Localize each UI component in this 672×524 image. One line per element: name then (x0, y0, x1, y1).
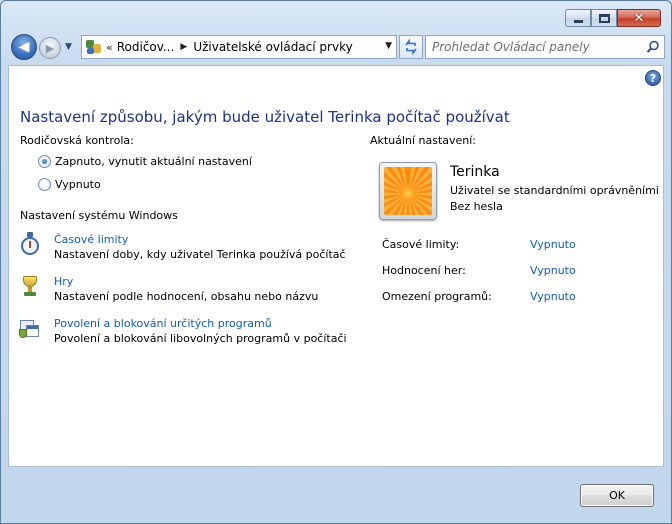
games-link[interactable]: Hry (54, 274, 318, 289)
task-programs: Povolení a blokování určitých programů P… (19, 316, 347, 346)
navigation-bar: ◀ ▶ ▼ « Rodičov... ▶ Uživatelské ovládac… (9, 33, 665, 61)
forward-button[interactable]: ▶ (39, 37, 61, 59)
caption-buttons: ✕ (565, 9, 661, 27)
minimize-icon (573, 19, 583, 23)
radio-off-button[interactable] (38, 178, 51, 191)
radio-parental-on[interactable]: Zapnuto, vynutit aktuální nastavení (38, 155, 252, 168)
programs-icon (19, 316, 41, 340)
maximize-button[interactable] (591, 9, 617, 27)
radio-on-button[interactable] (38, 155, 51, 168)
user-name: Terinka (450, 164, 500, 180)
trophy-icon (19, 274, 41, 298)
user-picture (384, 167, 432, 215)
back-arrow-icon: ◀ (18, 39, 30, 55)
breadcrumb: « Rodičov... ▶ Uživatelské ovládací prvk… (106, 40, 353, 54)
control-panel-icon (85, 38, 103, 56)
help-icon[interactable]: ? (645, 70, 661, 86)
setting-program-limits-value[interactable]: Vypnuto (530, 290, 576, 303)
avatar (379, 162, 437, 220)
search-icon[interactable] (642, 36, 664, 58)
address-bar[interactable]: « Rodičov... ▶ Uživatelské ovládací prvk… (81, 35, 397, 59)
close-button[interactable]: ✕ (617, 9, 661, 27)
refresh-icon (405, 39, 417, 55)
breadcrumb-item-current[interactable]: Uživatelské ovládací prvky (193, 40, 352, 54)
control-panel-window: ✕ ◀ ▶ ▼ « Rodičov... ▶ Uživatelské ovlád… (0, 0, 672, 524)
ok-button[interactable]: OK (580, 484, 654, 507)
refresh-button[interactable] (399, 35, 423, 59)
setting-game-ratings-label: Hodnocení her: (382, 264, 466, 277)
time-limits-description: Nastavení doby, kdy uživatel Terinka pou… (54, 248, 346, 261)
user-role: Uživatel se standardními oprávněními (450, 184, 659, 197)
page-title: Nastavení způsobu, jakým bude uživatel T… (20, 108, 510, 126)
forward-arrow-icon: ▶ (45, 41, 55, 55)
breadcrumb-overflow-icon[interactable]: « (106, 41, 113, 54)
user-password-status: Bez hesla (450, 200, 503, 213)
breadcrumb-separator-icon[interactable]: ▶ (180, 42, 187, 52)
breadcrumb-item-root[interactable]: Rodičov... (117, 40, 175, 54)
setting-time-limits-label: Časové limity: (382, 238, 460, 251)
programs-description: Povolení a blokování libovolných program… (54, 332, 347, 345)
minimize-button[interactable] (565, 9, 591, 27)
games-description: Nastavení podle hodnocení, obsahu nebo n… (54, 290, 319, 303)
radio-off-label[interactable]: Vypnuto (55, 178, 101, 191)
task-games: Hry Nastavení podle hodnocení, obsahu ne… (19, 274, 318, 304)
radio-on-label[interactable]: Zapnuto, vynutit aktuální nastavení (55, 155, 252, 168)
task-time-limits: Časové limity Nastavení doby, kdy uživat… (19, 232, 346, 262)
search-box[interactable] (425, 35, 665, 59)
time-limits-link[interactable]: Časové limity (54, 232, 346, 247)
maximize-icon (598, 13, 610, 23)
radio-parental-off[interactable]: Vypnuto (38, 178, 101, 191)
recent-pages-dropdown[interactable]: ▼ (65, 42, 72, 52)
current-settings-label: Aktuální nastavení: (370, 134, 477, 147)
content-pane: ? Nastavení způsobu, jakým bude uživatel… (8, 65, 664, 467)
windows-settings-label: Nastavení systému Windows (20, 209, 178, 222)
setting-game-ratings-value[interactable]: Vypnuto (530, 264, 576, 277)
close-icon: ✕ (633, 10, 645, 26)
programs-link[interactable]: Povolení a blokování určitých programů (54, 316, 347, 331)
back-button[interactable]: ◀ (11, 34, 37, 60)
setting-time-limits-value[interactable]: Vypnuto (530, 238, 576, 251)
stopwatch-icon (19, 232, 41, 256)
parental-control-label: Rodičovská kontrola: (20, 134, 134, 147)
search-input[interactable] (432, 40, 642, 54)
address-dropdown-icon[interactable]: ▼ (385, 41, 392, 51)
setting-program-limits-label: Omezení programů: (382, 290, 492, 303)
